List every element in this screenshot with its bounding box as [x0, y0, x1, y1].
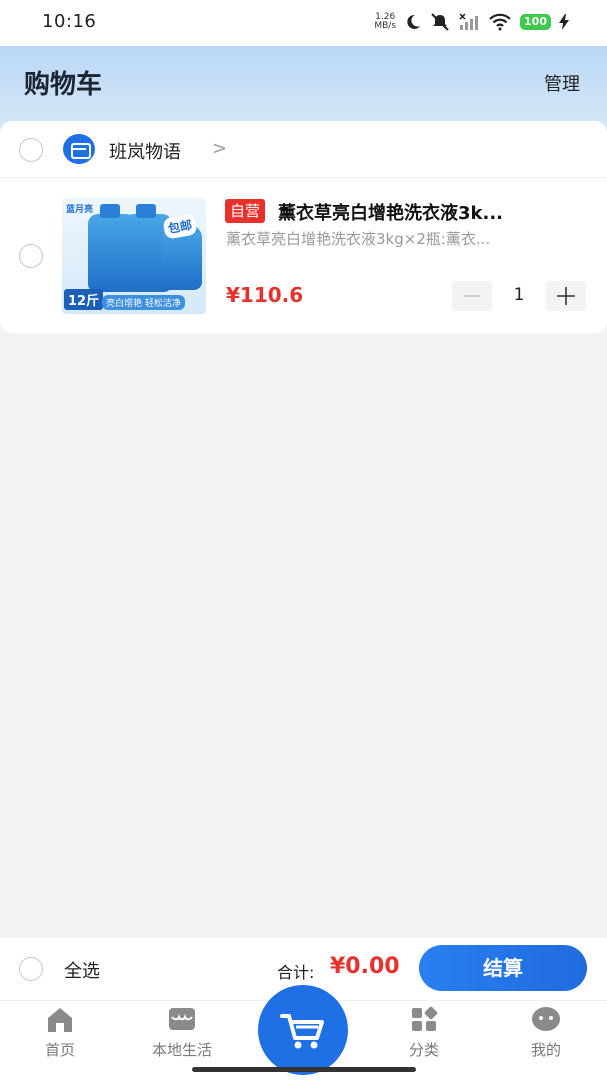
weight-badge: 12斤 [64, 289, 104, 310]
shop-name[interactable]: 班岚物语 [109, 138, 181, 164]
total-value: ¥0.00 [330, 954, 400, 979]
tab-local-life-label: 本地生活 [151, 1041, 212, 1059]
tab-home[interactable]: 首页 [20, 1004, 100, 1060]
product-image[interactable]: 蓝月亮 包邮 12斤 亮白增艳 轻松洁净 [62, 198, 206, 314]
product-spec[interactable]: 薰衣草亮白增艳洗衣液3kg×2瓶:薰衣... [226, 228, 561, 249]
select-all-radio[interactable] [19, 957, 43, 981]
tab-cart[interactable] [258, 985, 348, 1075]
product-title[interactable]: 薰衣草亮白增艳洗衣液3k... [278, 199, 578, 225]
quantity-decrease-button[interactable] [452, 281, 492, 311]
status-icons: 1.26 MB/s 100 [374, 10, 569, 34]
shop-select-radio[interactable] [19, 138, 43, 162]
tab-category-label: 分类 [408, 1041, 439, 1059]
home-indicator[interactable] [192, 1067, 416, 1072]
plus-icon [557, 287, 575, 305]
category-icon [412, 1006, 438, 1031]
checkout-button[interactable]: 结算 [419, 945, 587, 991]
network-speed: 1.26 MB/s [374, 13, 396, 31]
status-bar: 10:16 1.26 MB/s 100 [0, 0, 607, 46]
quantity-value[interactable]: 1 [509, 285, 529, 305]
bottle-cap-shape [100, 204, 120, 218]
tab-mine-label: 我的 [530, 1041, 561, 1059]
charging-icon [559, 14, 569, 30]
signal-icon [459, 13, 479, 30]
shop-icon [63, 134, 95, 164]
select-all-label[interactable]: 全选 [64, 957, 100, 983]
minus-icon [464, 295, 480, 297]
tab-local-life[interactable]: 本地生活 [142, 1004, 222, 1060]
image-caption: 亮白增艳 轻松洁净 [102, 295, 185, 310]
tab-home-label: 首页 [44, 1041, 75, 1059]
cart-icon [280, 1014, 324, 1049]
total-label: 合计: [277, 963, 315, 982]
quantity-increase-button[interactable] [546, 281, 586, 311]
net-speed-unit: MB/s [374, 21, 397, 31]
manage-button[interactable]: 管理 [544, 70, 580, 96]
item-select-radio[interactable] [19, 244, 43, 268]
tab-category[interactable]: 分类 [384, 1004, 464, 1060]
self-operated-tag: 自营 [225, 199, 266, 223]
product-price: ¥110.6 [226, 283, 304, 307]
wifi-icon [489, 13, 511, 31]
chevron-right-icon[interactable]: > [212, 138, 227, 159]
home-icon [48, 1008, 72, 1032]
profile-icon [532, 1007, 560, 1031]
tab-mine[interactable]: 我的 [506, 1004, 586, 1060]
battery-indicator: 100 [520, 14, 551, 30]
status-time: 10:16 [42, 11, 97, 32]
moon-icon [407, 14, 421, 29]
divider [0, 177, 607, 178]
page-title: 购物车 [24, 70, 103, 100]
mute-bell-icon [431, 13, 449, 31]
product-brand: 蓝月亮 [66, 205, 94, 215]
bottle-cap-shape [136, 204, 156, 218]
store-icon [169, 1008, 195, 1030]
